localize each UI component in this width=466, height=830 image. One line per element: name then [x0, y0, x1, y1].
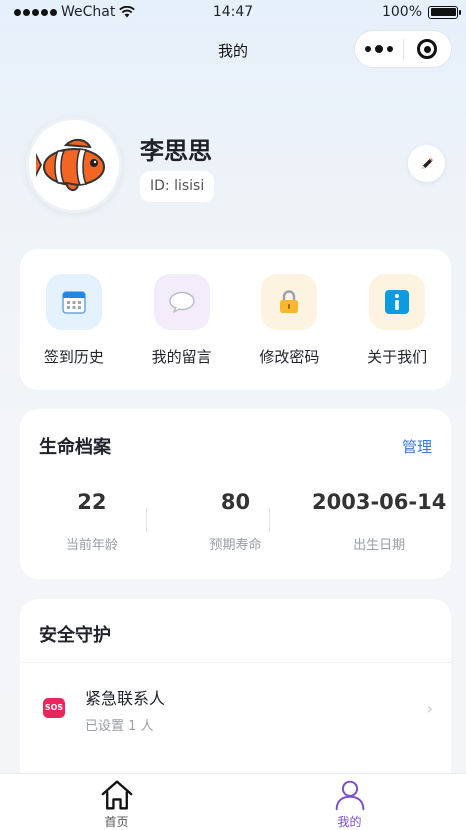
quick-action-icon-bg — [261, 274, 318, 330]
tab-mine[interactable]: 我的 — [233, 774, 466, 830]
stat-current-age: 22 当前年龄 — [20, 490, 164, 553]
stat-divider — [146, 508, 147, 532]
emergency-contact-subtitle: 已设置 1 人 — [85, 719, 154, 734]
quick-action-my-messages[interactable]: 我的留言 — [128, 249, 236, 390]
user-id-badge: ID: lisisi — [140, 171, 215, 202]
battery-icon — [428, 5, 461, 19]
emergency-contact-title: 紧急联系人 — [85, 689, 166, 708]
chat-bubble-icon — [168, 291, 195, 313]
pencil-icon — [421, 157, 433, 169]
quick-actions-card: 签到历史 我的留言 修改密码 关于我们 — [20, 249, 451, 390]
avatar[interactable] — [26, 117, 122, 213]
safety-title: 安全守护 — [39, 625, 111, 646]
lock-icon — [280, 290, 299, 313]
life-archive-card: 生命档案 管理 22 当前年龄 80 预期寿命 2003-06-14 出生日期 — [20, 409, 451, 579]
quick-action-label: 修改密码 — [259, 348, 320, 366]
status-bar: WeChat 14:47 100% — [0, 0, 466, 26]
emergency-contact-row[interactable]: SOS 紧急联系人 已设置 1 人 › — [20, 663, 451, 757]
stat-label: 出生日期 — [353, 538, 406, 553]
safety-card: 安全守护 SOS 紧急联系人 已设置 1 人 › — [20, 599, 451, 789]
stat-value: 22 — [77, 490, 107, 514]
quick-action-icon-bg — [153, 274, 210, 330]
life-stats: 22 当前年龄 80 预期寿命 2003-06-14 出生日期 — [20, 490, 451, 553]
tab-label: 首页 — [104, 815, 129, 829]
stat-value: 80 — [220, 490, 251, 514]
quick-action-label: 关于我们 — [367, 348, 428, 366]
edit-profile-button[interactable] — [408, 145, 445, 182]
user-icon — [335, 780, 364, 811]
clownfish-icon — [36, 139, 105, 191]
stat-label: 当前年龄 — [65, 538, 118, 553]
quick-action-about-us[interactable]: 关于我们 — [343, 249, 451, 390]
chevron-right-icon: › — [426, 699, 433, 718]
manage-link[interactable]: 管理 — [402, 436, 432, 457]
target-icon — [417, 39, 438, 59]
stat-label: 预期寿命 — [209, 538, 262, 553]
quick-action-icon-bg — [45, 274, 102, 330]
status-right: 100% — [381, 4, 461, 20]
battery-percent: 100% — [381, 4, 422, 20]
tab-bar: 首页 我的 — [0, 773, 466, 830]
sos-icon: SOS — [43, 698, 65, 718]
info-icon — [385, 290, 410, 314]
stat-birth-date: 2003-06-14 出生日期 — [307, 490, 451, 553]
stat-divider — [269, 508, 270, 532]
stat-value: 2003-06-14 — [312, 490, 447, 514]
mini-program-capsule — [354, 30, 452, 68]
user-name: 李思思 — [140, 137, 212, 165]
home-icon — [101, 780, 132, 810]
life-archive-title: 生命档案 — [39, 437, 111, 458]
quick-action-label: 签到历史 — [43, 348, 104, 366]
quick-action-change-password[interactable]: 修改密码 — [236, 249, 344, 390]
quick-action-icon-bg — [369, 274, 426, 330]
more-menu-button[interactable] — [355, 45, 403, 53]
quick-action-checkin-history[interactable]: 签到历史 — [20, 249, 128, 390]
tab-home[interactable]: 首页 — [0, 774, 233, 830]
tab-label: 我的 — [337, 815, 362, 829]
stat-expected-lifespan: 80 预期寿命 — [164, 490, 308, 553]
calendar-icon — [62, 291, 86, 314]
quick-action-label: 我的留言 — [151, 348, 212, 366]
close-miniprogram-button[interactable] — [403, 39, 451, 59]
